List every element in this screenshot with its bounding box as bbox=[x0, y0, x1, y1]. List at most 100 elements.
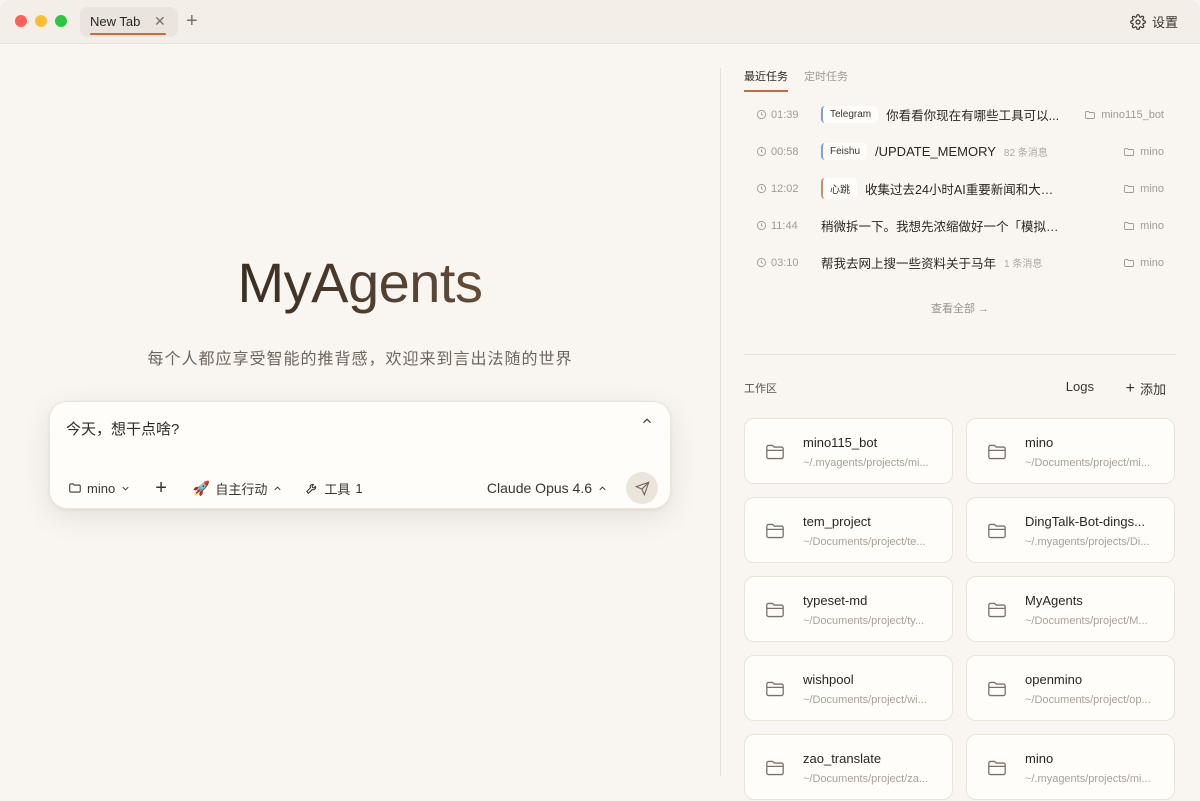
workspace-name: openmino bbox=[1025, 672, 1083, 687]
prompt-input[interactable]: 今天，想干点啥? bbox=[66, 418, 179, 439]
task-project: mino bbox=[1123, 257, 1164, 269]
close-icon[interactable]: ✕ bbox=[154, 13, 166, 30]
task-time: 11:44 bbox=[756, 220, 798, 232]
chevron-down-icon bbox=[122, 486, 129, 491]
send-icon bbox=[634, 480, 650, 496]
section-divider bbox=[744, 354, 1176, 355]
workspace-card[interactable]: MyAgents ~/Documents/project/M... bbox=[966, 576, 1175, 642]
task-message-count: 1 条消息 bbox=[1004, 259, 1043, 270]
workspace-card[interactable]: tem_project ~/Documents/project/te... bbox=[744, 497, 953, 563]
task-content: 帮我去网上搜一些资料关于马年 1 条消息 bbox=[821, 253, 1064, 272]
workspace-name: wishpool bbox=[803, 672, 854, 687]
folder-icon bbox=[988, 444, 1006, 460]
workspace-path: ~/Documents/project/wi... bbox=[803, 694, 927, 706]
workspace-path: ~/.myagents/projects/mi... bbox=[803, 457, 929, 469]
task-time: 12:02 bbox=[756, 183, 799, 195]
attach-button[interactable]: + bbox=[155, 478, 167, 498]
clock-icon bbox=[756, 109, 767, 120]
app-subtitle: 每个人都应享受智能的推背感，欢迎来到言出法随的世界 bbox=[147, 351, 573, 368]
model-selector[interactable]: Claude Opus 4.6 bbox=[487, 480, 608, 496]
project-selector[interactable]: mino bbox=[68, 481, 131, 496]
task-time: 01:39 bbox=[756, 109, 799, 121]
app-title: MyAgents bbox=[0, 250, 720, 315]
folder-icon bbox=[988, 681, 1006, 697]
folder-icon bbox=[1124, 147, 1135, 156]
logs-button[interactable]: Logs bbox=[1066, 379, 1094, 394]
task-row[interactable]: 03:10 帮我去网上搜一些资料关于马年 1 条消息 mino bbox=[744, 244, 1176, 281]
workspace-path: ~/Documents/project/za... bbox=[803, 773, 929, 785]
tools-label: 工具 bbox=[324, 481, 351, 497]
workspace-name: mino bbox=[1025, 751, 1054, 766]
workspace-name: typeset-md bbox=[803, 593, 868, 608]
task-row[interactable]: 01:39 Telegram 你看看你现在有哪些工具可以... mino115_… bbox=[744, 96, 1176, 133]
settings-label: 设置 bbox=[1151, 15, 1178, 30]
close-window-button[interactable] bbox=[15, 15, 27, 27]
folder-icon bbox=[988, 760, 1006, 776]
task-row[interactable]: 12:02 心跳 收集过去24小时AI重要新闻和大佬发言,... mino bbox=[744, 170, 1176, 207]
gear-icon bbox=[1130, 13, 1146, 30]
task-row[interactable]: 00:58 Feishu /UPDATE_MEMORY 82 条消息 mino bbox=[744, 133, 1176, 170]
view-all-link[interactable]: 查看全部 → bbox=[744, 300, 1176, 316]
workspace-card[interactable]: DingTalk-Bot-dings... ~/.myagents/projec… bbox=[966, 497, 1175, 563]
channel-badge: Telegram bbox=[821, 106, 879, 123]
title-bar: New Tab ✕ + 设置 bbox=[0, 0, 1200, 44]
chevron-up-icon[interactable] bbox=[640, 414, 654, 428]
workspace-card[interactable]: zao_translate ~/Documents/project/za... bbox=[744, 734, 953, 800]
workspace-header: 工作区 Logs + 添加 bbox=[744, 379, 1176, 398]
task-row[interactable]: 11:44 稍微拆一下。我想先浓缩做好一个「模拟面试」的... mino bbox=[744, 207, 1176, 244]
tab-scheduled-tasks[interactable]: 定时任务 bbox=[804, 68, 848, 92]
task-project-name: mino bbox=[1140, 145, 1164, 158]
task-project-name: mino bbox=[1140, 182, 1164, 195]
folder-icon bbox=[69, 483, 81, 493]
clock-icon bbox=[756, 183, 767, 194]
folder-icon bbox=[766, 760, 784, 776]
workspace-path: ~/.myagents/projects/mi... bbox=[1025, 773, 1151, 785]
tools-count: 1 bbox=[355, 480, 363, 496]
workspace-path: ~/.myagents/projects/Di... bbox=[1025, 536, 1150, 548]
add-tab-button[interactable]: + bbox=[186, 9, 198, 33]
add-workspace-button[interactable]: + 添加 bbox=[1126, 379, 1166, 398]
prompt-composer: 今天，想干点啥? mino + 🚀 自主行动 工具 1 Claude Opus … bbox=[49, 401, 671, 509]
task-time-text: 01:39 bbox=[771, 108, 799, 121]
task-time: 03:10 bbox=[756, 257, 799, 269]
clock-icon bbox=[756, 220, 767, 231]
workspace-card[interactable]: openmino ~/Documents/project/op... bbox=[966, 655, 1175, 721]
task-tabs: 最近任务 定时任务 bbox=[744, 68, 848, 92]
task-project: mino bbox=[1123, 183, 1164, 195]
send-button[interactable] bbox=[626, 472, 658, 504]
folder-icon bbox=[1124, 184, 1135, 193]
workspace-card[interactable]: mino ~/Documents/project/mi... bbox=[966, 418, 1175, 484]
workspace-name: mino bbox=[1025, 435, 1054, 450]
mode-selector[interactable]: 🚀 自主行动 bbox=[193, 479, 283, 498]
channel-badge: 心跳 bbox=[821, 178, 857, 199]
folder-icon bbox=[766, 681, 784, 697]
folder-icon bbox=[988, 523, 1006, 539]
workspace-card[interactable]: typeset-md ~/Documents/project/ty... bbox=[744, 576, 953, 642]
task-project: mino bbox=[1123, 220, 1164, 232]
workspace-name: tem_project bbox=[803, 514, 871, 529]
task-content: 稍微拆一下。我想先浓缩做好一个「模拟面试」的... bbox=[821, 216, 1064, 235]
chevron-up-icon bbox=[274, 485, 281, 490]
folder-icon bbox=[1124, 258, 1135, 267]
project-selector-label: mino bbox=[87, 480, 116, 496]
task-text: 帮我去网上搜一些资料关于马年 bbox=[821, 257, 997, 271]
task-text: 稍微拆一下。我想先浓缩做好一个「模拟面试」的... bbox=[821, 220, 1064, 234]
settings-button[interactable]: 设置 bbox=[1130, 12, 1178, 31]
tools-button[interactable]: 工具 1 bbox=[305, 479, 363, 498]
workspace-name: MyAgents bbox=[1025, 593, 1083, 608]
workspace-card[interactable]: mino ~/.myagents/projects/mi... bbox=[966, 734, 1175, 800]
model-selector-label: Claude Opus 4.6 bbox=[486, 480, 592, 496]
tab-recent-tasks[interactable]: 最近任务 bbox=[744, 68, 788, 92]
tab-new-tab[interactable]: New Tab ✕ bbox=[80, 7, 178, 37]
active-tab-indicator bbox=[90, 33, 166, 35]
recent-task-list: 01:39 Telegram 你看看你现在有哪些工具可以... mino115_… bbox=[744, 96, 1176, 281]
task-time-text: 03:10 bbox=[771, 256, 799, 269]
task-text: /UPDATE_MEMORY bbox=[875, 144, 996, 159]
task-content: 心跳 收集过去24小时AI重要新闻和大佬发言,... bbox=[821, 178, 1064, 199]
rocket-icon: 🚀 bbox=[192, 479, 211, 496]
workspace-card[interactable]: mino115_bot ~/.myagents/projects/mi... bbox=[744, 418, 953, 484]
workspace-grid: mino115_bot ~/.myagents/projects/mi... m… bbox=[744, 418, 1176, 800]
workspace-card[interactable]: wishpool ~/Documents/project/wi... bbox=[744, 655, 953, 721]
minimize-window-button[interactable] bbox=[35, 15, 47, 27]
zoom-window-button[interactable] bbox=[55, 15, 67, 27]
